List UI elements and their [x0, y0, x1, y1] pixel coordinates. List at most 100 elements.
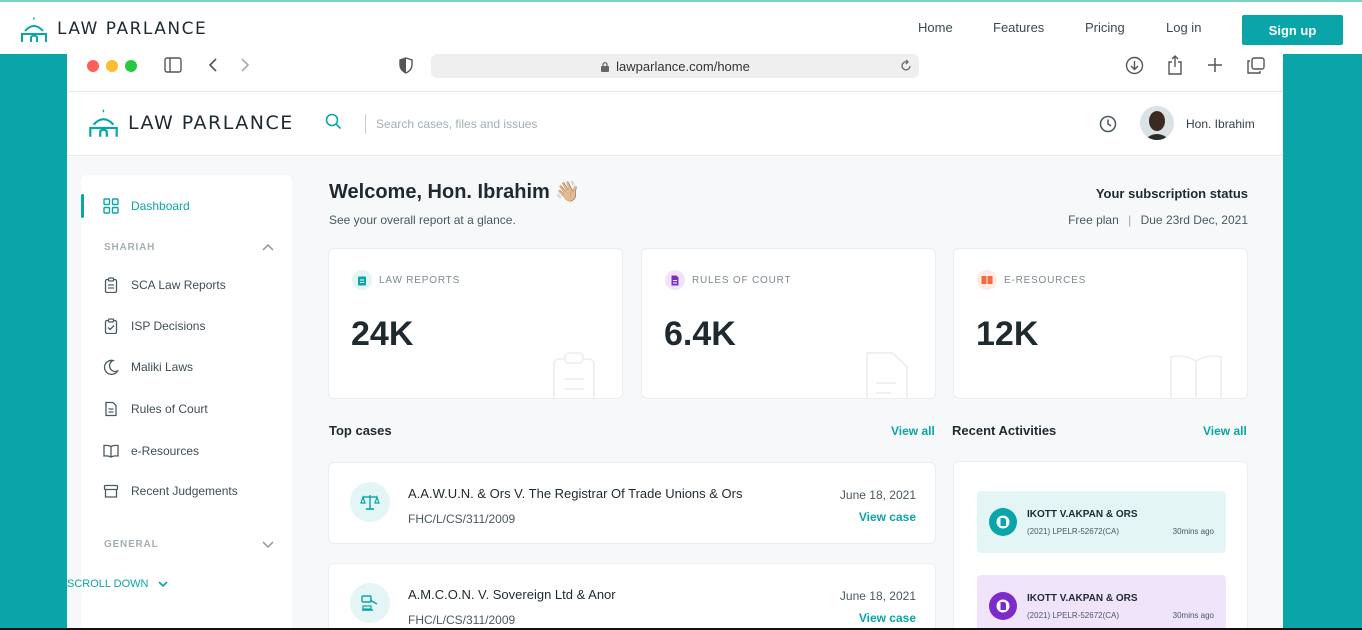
app-header: LAW PARLANCE Hon. Ibrahim [67, 92, 1283, 156]
subscription-status-title: Your subscription status [1095, 186, 1248, 201]
download-icon[interactable] [1125, 56, 1144, 75]
sidebar-section-shariah: SHARIAH [104, 242, 156, 253]
gavel-icon [361, 595, 378, 611]
book-icon [981, 276, 993, 284]
activity-item[interactable]: IKOTT V.AKPAN & ORS (2021) LPELR-52672(C… [977, 575, 1226, 630]
stat-badge [665, 270, 685, 290]
new-tab-plus-icon[interactable] [1207, 57, 1223, 73]
case-card[interactable]: A.M.C.O.N. V. Sovereign Ltd & Anor FHC/L… [328, 563, 936, 630]
document-icon [671, 275, 679, 285]
stat-label: E-RESOURCES [1004, 275, 1087, 286]
view-case-link[interactable]: View case [859, 611, 916, 625]
nav-home-link[interactable]: Home [918, 20, 953, 35]
recent-activities-view-all-link[interactable]: View all [1203, 424, 1247, 438]
sidebar-item-isp-decisions[interactable]: ISP Decisions [81, 312, 292, 340]
sidebar-item-dashboard[interactable]: Dashboard [81, 192, 292, 220]
chevron-up-icon[interactable] [261, 240, 275, 254]
stat-badge [352, 270, 372, 290]
view-case-link[interactable]: View case [859, 510, 916, 524]
sidebar-item-maliki-laws[interactable]: Maliki Laws [81, 353, 292, 381]
sidebar-item-label: ISP Decisions [131, 319, 206, 333]
activity-item[interactable]: IKOTT V.AKPAN & ORS (2021) LPELR-52672(C… [977, 491, 1226, 553]
document-watermark-icon [866, 352, 908, 398]
history-clock-icon[interactable] [1099, 115, 1117, 133]
sidebar-item-e-resources[interactable]: e-Resources [81, 437, 292, 465]
activity-title: IKOTT V.AKPAN & ORS [1027, 509, 1138, 520]
sidebar-item-label: Recent Judgements [131, 484, 238, 498]
case-code: FHC/L/CS/311/2009 [408, 613, 516, 627]
clipboard-watermark-icon [553, 352, 595, 398]
scales-icon [360, 495, 380, 510]
case-date: June 18, 2021 [839, 488, 916, 502]
stat-value: 12K [976, 315, 1039, 353]
reload-icon[interactable] [899, 59, 913, 73]
user-avatar-icon [1144, 111, 1170, 140]
activity-title: IKOTT V.AKPAN & ORS [1027, 593, 1138, 604]
sidebar-item-label: e-Resources [131, 444, 200, 458]
sidebar-item-rules-of-court[interactable]: Rules of Court [81, 395, 292, 423]
recent-activities-title: Recent Activities [952, 423, 1057, 438]
book-watermark-icon [1170, 355, 1222, 398]
avatar[interactable] [1140, 106, 1174, 140]
case-title[interactable]: A.A.W.U.N. & Ors V. The Registrar Of Tra… [408, 486, 743, 501]
chevron-down-icon[interactable] [261, 537, 275, 551]
tab-overview-icon[interactable] [1247, 57, 1265, 74]
app-brand[interactable]: LAW PARLANCE [87, 106, 294, 139]
sidebar-item-label: Rules of Court [131, 402, 208, 416]
app-body: Dashboard SHARIAH SCA Law Reports ISP De… [67, 157, 1283, 630]
dashboard-grid-icon [103, 198, 119, 214]
sidebar: Dashboard SHARIAH SCA Law Reports ISP De… [81, 175, 292, 630]
case-icon [350, 583, 390, 623]
user-name[interactable]: Hon. Ibrahim [1186, 117, 1255, 131]
clipboard-check-icon [104, 318, 118, 334]
sidebar-toggle-icon[interactable] [164, 57, 182, 73]
close-window-button[interactable] [87, 60, 99, 72]
forward-arrow-icon[interactable] [239, 57, 251, 73]
case-code: FHC/L/CS/311/2009 [408, 512, 516, 526]
sidebar-item-recent-judgements[interactable]: Recent Judgements [81, 477, 292, 505]
subscription-plan: Free plan [1068, 213, 1119, 227]
share-icon[interactable] [1167, 55, 1183, 75]
case-date: June 18, 2021 [839, 589, 916, 603]
clipboard-list-icon [104, 277, 118, 293]
sidebar-item-label: SCA Law Reports [131, 278, 226, 292]
maximize-window-button[interactable] [125, 60, 137, 72]
site-header: LAW PARLANCE Home Features Pricing Log i… [0, 0, 1362, 54]
nav-login-link[interactable]: Log in [1166, 20, 1201, 35]
sidebar-item-sca-law-reports[interactable]: SCA Law Reports [81, 271, 292, 299]
top-cases-view-all-link[interactable]: View all [891, 424, 935, 438]
activity-icon [989, 592, 1017, 620]
nav-pricing-link[interactable]: Pricing [1085, 20, 1125, 35]
activity-time: 30mins ago [1172, 527, 1214, 536]
search-icon[interactable] [325, 113, 342, 130]
case-card[interactable]: A.A.W.U.N. & Ors V. The Registrar Of Tra… [328, 462, 936, 544]
app-brand-name: LAW PARLANCE [128, 111, 294, 134]
activity-icon [989, 508, 1017, 536]
privacy-shield-icon[interactable] [398, 57, 414, 74]
archive-box-icon [103, 484, 119, 498]
minimize-window-button[interactable] [106, 60, 118, 72]
top-cases-title: Top cases [329, 423, 392, 438]
search-input[interactable] [365, 114, 665, 134]
stat-label: RULES OF COURT [692, 275, 792, 286]
stat-card-law-reports[interactable]: LAW REPORTS 24K [328, 248, 623, 399]
mosque-logo-icon [21, 17, 47, 42]
page-title: Welcome, Hon. Ibrahim 👋🏼 [329, 181, 581, 203]
signup-button[interactable]: Sign up [1242, 15, 1343, 45]
back-arrow-icon[interactable] [207, 57, 219, 73]
activity-time: 30mins ago [1172, 611, 1214, 620]
recent-activities-panel: IKOTT V.AKPAN & ORS (2021) LPELR-52672(C… [953, 461, 1248, 630]
document-icon [996, 515, 1010, 529]
nav-features-link[interactable]: Features [993, 20, 1044, 35]
stat-label: LAW REPORTS [379, 275, 461, 286]
stat-card-rules-of-court[interactable]: RULES OF COURT 6.4K [641, 248, 936, 399]
document-icon [996, 599, 1010, 613]
scroll-down-label: SCROLL DOWN [67, 578, 149, 590]
lock-icon [601, 61, 610, 72]
sidebar-item-label: Dashboard [131, 199, 190, 213]
address-bar[interactable]: lawparlance.com/home [431, 54, 919, 78]
site-brand[interactable]: LAW PARLANCE [19, 14, 207, 44]
case-title[interactable]: A.M.C.O.N. V. Sovereign Ltd & Anor [408, 587, 616, 602]
scroll-down-hint[interactable]: SCROLL DOWN [67, 578, 169, 590]
stat-card-e-resources[interactable]: E-RESOURCES 12K [953, 248, 1248, 399]
